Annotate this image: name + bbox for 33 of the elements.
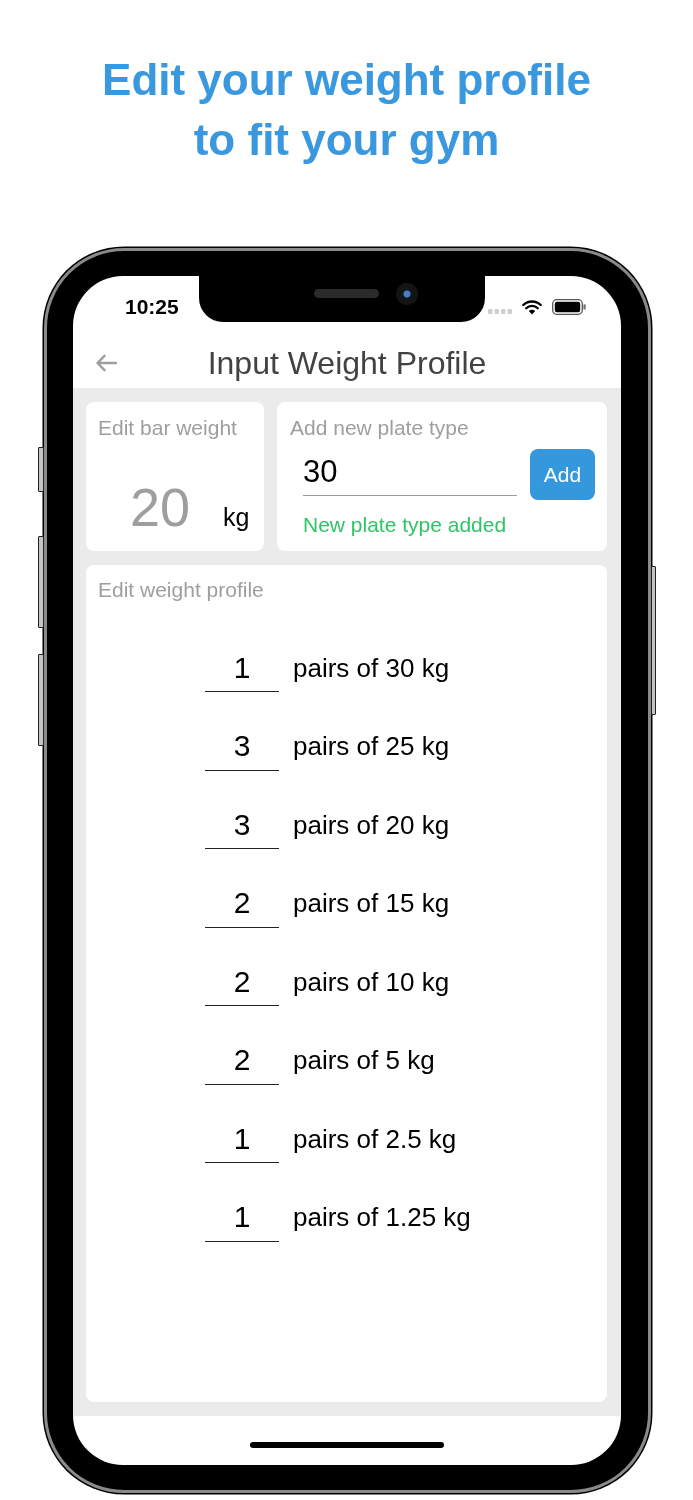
card-label: Edit weight profile: [98, 578, 264, 602]
plate-label: pairs of 30 kg: [293, 652, 450, 684]
battery-icon: [552, 299, 586, 315]
screen-title: Input Weight Profile: [207, 344, 487, 382]
signal-icon: [488, 308, 512, 314]
pair-count-field[interactable]: 3: [205, 722, 279, 771]
status-time: 10:25: [125, 295, 179, 319]
plate-label: pairs of 2.5 kg: [293, 1123, 457, 1155]
plate-label: pairs of 20 kg: [293, 809, 450, 841]
pair-count-field[interactable]: 2: [205, 958, 279, 1006]
back-arrow-icon[interactable]: [95, 354, 117, 372]
plate-label: pairs of 5 kg: [293, 1045, 435, 1076]
headline: Edit your weight profile to fit your gym: [101, 54, 592, 166]
status-message: New plate type added: [303, 513, 507, 537]
unit-label: kg: [223, 503, 250, 532]
pair-count-field[interactable]: 2: [205, 1036, 279, 1085]
plate-label: pairs of 10 kg: [293, 966, 450, 998]
plate-label: pairs of 1.25 kg: [293, 1202, 471, 1233]
camera-icon: [396, 283, 418, 305]
plate-label: pairs of 15 kg: [293, 888, 450, 919]
bar-weight-field[interactable]: 20: [110, 477, 210, 537]
pair-count-field[interactable]: 2: [205, 879, 279, 928]
plate-weight-field[interactable]: 30: [303, 449, 517, 496]
pair-count-field[interactable]: 1: [205, 644, 279, 692]
pair-count-field[interactable]: 1: [205, 1193, 279, 1242]
pair-count-field[interactable]: 1: [205, 1115, 279, 1163]
speaker-grille-icon: [314, 289, 379, 298]
card-label: Edit bar weight: [98, 416, 237, 440]
plate-label: pairs of 25 kg: [293, 731, 450, 762]
phone-side-key: [38, 447, 44, 492]
card-label: Add new plate type: [290, 416, 469, 440]
wifi-icon: [522, 299, 542, 315]
pair-count-field[interactable]: 3: [205, 801, 279, 849]
